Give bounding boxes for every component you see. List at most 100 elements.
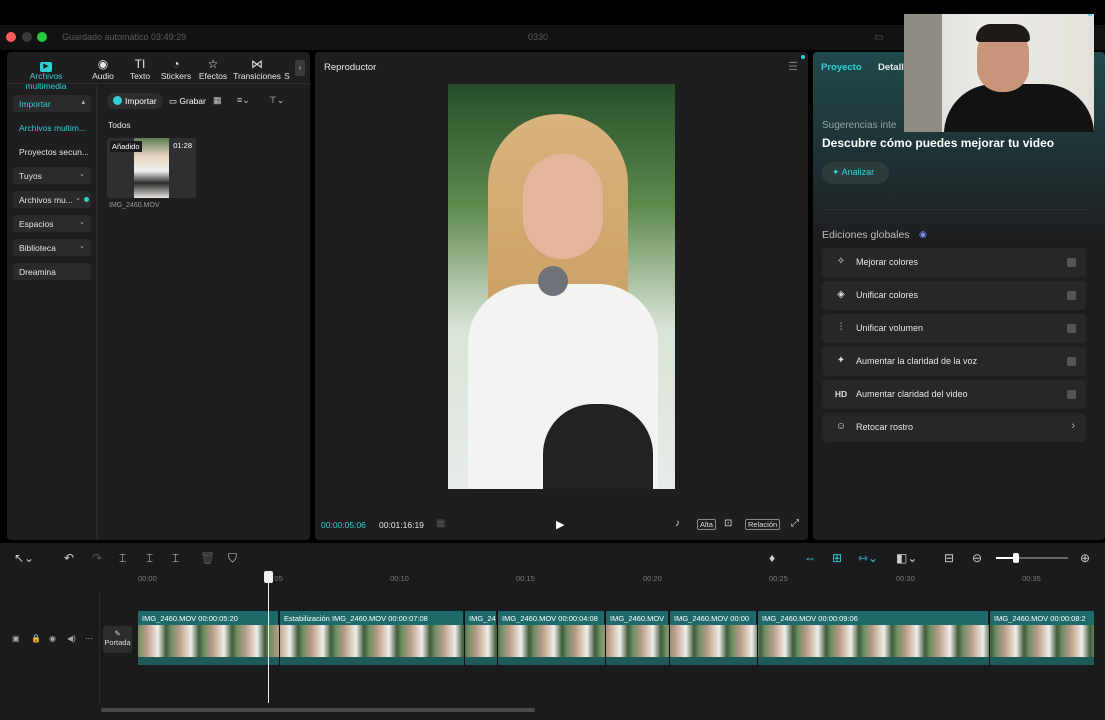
lock-icon[interactable]: 🔒 <box>31 634 41 643</box>
sidebar-item-media-files[interactable]: Archivos multim... <box>13 119 91 136</box>
tab-label: Stickers <box>160 71 192 81</box>
preview-axis-icon[interactable]: ◧⌄ <box>896 551 917 565</box>
zoom-slider[interactable] <box>996 553 1068 563</box>
aspect-ratio-button[interactable]: Relación <box>745 519 781 530</box>
tab-effects[interactable]: ☆ Efectos <box>194 57 232 81</box>
option-improve-colors[interactable]: ✧ Mejorar colores <box>822 248 1086 277</box>
quality-button[interactable]: Alta <box>697 519 716 530</box>
minimize-window-button[interactable] <box>22 32 32 42</box>
zoom-slider-handle[interactable] <box>1013 553 1019 563</box>
tab-text[interactable]: TI Texto <box>121 57 159 81</box>
media-clip-card[interactable]: Añadido 01:28 <box>107 138 196 198</box>
import-button[interactable]: Importar <box>107 93 163 109</box>
import-label: Importar <box>125 96 157 106</box>
more-icon[interactable]: ⋯ <box>85 634 93 643</box>
clip-thumbnails[interactable] <box>138 625 1094 657</box>
play-button[interactable]: ▶ <box>556 518 564 531</box>
ruler-label: 00:25 <box>769 574 788 583</box>
toggle-switch[interactable] <box>1067 291 1076 300</box>
layout-icon[interactable]: ▭ <box>874 32 883 43</box>
option-voice-clarity[interactable]: ✦ Aumentar la claridad de la voz <box>822 347 1086 376</box>
toggle-switch[interactable] <box>1067 258 1076 267</box>
clip-divider <box>669 611 670 665</box>
sidebar-item-subprojects[interactable]: Proyectos secun... <box>13 143 91 160</box>
option-label: Aumentar claridad del video <box>856 389 968 399</box>
color-unify-icon: ◈ <box>837 289 845 300</box>
timeline-clip-label[interactable]: IMG_2460.MOV 00:00:05:20 <box>138 611 278 625</box>
tiktok-icon[interactable]: ♪ <box>675 518 680 529</box>
select-tool-icon[interactable]: ↖⌄ <box>14 551 34 565</box>
timeline-clip-label[interactable]: IMG_2460 <box>465 611 496 625</box>
tab-details[interactable]: Detall <box>878 62 904 73</box>
tab-audio[interactable]: ◉ Audio <box>84 57 122 81</box>
timeline-clip-label[interactable]: IMG_2460.MOV 00:00:09:06 <box>758 611 988 625</box>
option-retouch-face[interactable]: ☺ Retocar rostro › <box>822 413 1086 442</box>
added-badge: Añadido <box>110 141 142 152</box>
option-label: Unificar volumen <box>856 323 924 333</box>
tab-stickers[interactable]: ◔ Stickers <box>157 57 195 81</box>
zoom-in-icon[interactable]: ⊕ <box>1080 551 1090 565</box>
expand-icon[interactable]: ⤢ <box>791 518 799 529</box>
transitions-icon: ⋈ <box>251 57 263 71</box>
zoom-out-icon[interactable]: ⊖ <box>972 551 982 565</box>
timeline-clip-label[interactable]: IMG_2460.MOV <box>606 611 668 625</box>
toggle-switch[interactable] <box>1067 357 1076 366</box>
tab-transitions[interactable]: ⋈ Transiciones <box>233 57 281 81</box>
undo-icon[interactable]: ↶ <box>64 551 74 565</box>
option-unify-colors[interactable]: ◈ Unificar colores <box>822 281 1086 310</box>
menu-icon[interactable]: ☰ <box>788 60 798 73</box>
tab-label: S <box>284 71 290 81</box>
timeline-clip-label[interactable]: IMG_2460.MOV 00:00:08:2 <box>990 611 1094 625</box>
tabs-scroll-right-button[interactable]: › <box>295 60 305 76</box>
timeline-clip-label[interactable]: IMG_2460.MOV 00:00:04:08 <box>498 611 604 625</box>
split-right-icon[interactable]: ⌶ <box>172 551 179 566</box>
shield-icon[interactable]: ⛉ <box>228 551 237 566</box>
sidebar-item-label: Tuyos <box>19 171 42 181</box>
microphone-icon[interactable]: ♦ <box>769 551 775 565</box>
link-clips-icon[interactable]: ⇔ <box>804 551 816 565</box>
horizontal-scrollbar[interactable] <box>101 708 535 712</box>
playhead-line[interactable] <box>268 581 269 703</box>
redo-icon[interactable]: ↷ <box>92 551 102 565</box>
timeline-grid-icon[interactable]: ▦ <box>436 518 445 529</box>
option-unify-volume[interactable]: ⫶ Unificar volumen <box>822 314 1086 343</box>
fit-icon[interactable]: ⊟ <box>944 551 954 565</box>
option-video-clarity[interactable]: HD Aumentar claridad del video <box>822 380 1086 409</box>
filter-icon[interactable]: ⊤⌄ <box>269 95 284 106</box>
toggle-switch[interactable] <box>1067 324 1076 333</box>
delete-icon[interactable]: 🗑 <box>200 551 215 565</box>
media-panel: ▶ Archivos multimedia ◉ Audio TI Texto ◔ St… <box>7 52 310 540</box>
sidebar-item-spaces[interactable]: Espacios ⌄ <box>13 215 91 232</box>
sidebar-item-media-files-2[interactable]: Archivos mu... ⌄ <box>13 191 91 208</box>
maximize-window-button[interactable] <box>37 32 47 42</box>
close-window-button[interactable] <box>6 32 16 42</box>
grid-view-icon[interactable]: ▦ <box>213 95 222 106</box>
timeline-clip-label[interactable]: Estabilización IMG_2460.MOV 00:00:07:08 <box>280 611 463 625</box>
ruler-label: 00:35 <box>1022 574 1041 583</box>
split-icon[interactable]: ⌶ <box>119 551 126 566</box>
sidebar-item-import[interactable]: Importar ▴ <box>13 95 91 112</box>
video-preview[interactable] <box>448 84 675 489</box>
sidebar-item-dreamina[interactable]: Dreamina <box>13 263 91 280</box>
eye-icon[interactable]: ◉ <box>49 634 56 643</box>
sort-icon[interactable]: ≡⌄ <box>237 95 250 106</box>
sparkle-icon: ✦ <box>832 167 840 177</box>
tab-project[interactable]: Proyecto <box>821 62 862 73</box>
audio-waveform <box>138 657 1094 665</box>
player-title: Reproductor <box>324 62 377 73</box>
cover-button[interactable]: ✎ Portada <box>103 626 132 653</box>
snap-icon[interactable]: ⇿⌄ <box>858 551 878 565</box>
media-sidebar: Importar ▴ Archivos multim... Proyectos s… <box>7 85 97 540</box>
fullscreen-focus-icon[interactable]: ⊡ <box>724 518 732 529</box>
split-left-icon[interactable]: ⌶ <box>146 551 153 566</box>
volume-icon[interactable]: ◀) <box>67 634 76 643</box>
record-button[interactable]: ▭ Grabar <box>169 96 206 107</box>
magnet-icon[interactable]: ⊞ <box>832 551 842 565</box>
toggle-switch[interactable] <box>1067 390 1076 399</box>
option-label: Aumentar la claridad de la voz <box>856 356 978 366</box>
tab-more[interactable]: S <box>283 57 291 81</box>
timeline-clip-label[interactable]: IMG_2460.MOV 00:00 <box>670 611 756 625</box>
sidebar-item-yours[interactable]: Tuyos ⌄ <box>13 167 91 184</box>
analyze-button[interactable]: ✦ Analizar <box>822 162 889 184</box>
sidebar-item-library[interactable]: Biblioteca ⌄ <box>13 239 91 256</box>
